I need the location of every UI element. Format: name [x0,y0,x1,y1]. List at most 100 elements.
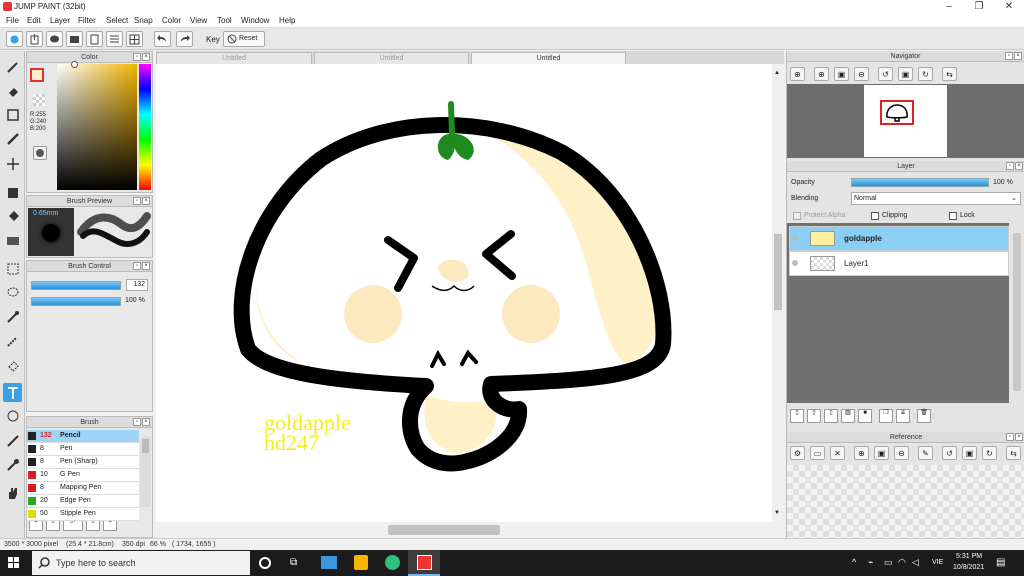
clock-time[interactable]: 5:31 PM [956,553,982,560]
brush-size-input[interactable]: 132 [126,279,148,291]
menu-snap[interactable]: Snap [134,16,153,25]
undo-button[interactable] [154,31,171,47]
panel-close-button[interactable]: × [142,418,150,426]
brush-item[interactable]: 50 Stipple Pen [27,508,139,521]
protect-alpha-checkbox[interactable] [793,212,801,220]
transparent-swatch[interactable] [33,94,45,106]
list-button[interactable] [106,31,123,47]
panel-close-button[interactable]: × [142,197,150,205]
hue-slider[interactable] [139,64,151,190]
fill-rect-tool[interactable] [3,183,22,202]
task-view-button[interactable]: ⧉ [290,557,297,568]
hand-tool[interactable] [3,483,22,502]
reset-button[interactable]: Reset [223,31,265,47]
new-halftone-layer-button[interactable]: ▨ [841,409,855,423]
menu-file[interactable]: File [6,16,19,25]
divide-tool[interactable] [3,431,22,450]
ref-flip-button[interactable]: ⇆ [1006,446,1021,460]
jump-paint-taskbar-button[interactable] [408,550,440,576]
panel-float-button[interactable]: ▫ [133,262,141,270]
menu-select[interactable]: Select [106,16,128,25]
gradient-tool[interactable] [3,231,22,250]
maximize-button[interactable]: ❐ [964,0,994,14]
menu-edit[interactable]: Edit [27,16,41,25]
tray-wifi-icon[interactable]: ◠ [898,557,906,568]
brush-tool[interactable] [3,57,22,76]
panel-close-button[interactable]: × [142,262,150,270]
new-folder-button[interactable]: ■ [858,409,872,423]
clock-date[interactable]: 10/8/2021 [953,564,984,571]
horizontal-scrollbar[interactable] [156,522,784,538]
ref-reset-button[interactable]: ▣ [962,446,977,460]
menu-window[interactable]: Window [241,16,269,25]
layer-opacity-slider[interactable] [851,178,989,187]
magic-wand-tool[interactable] [3,307,22,326]
nav-zoom-out-button[interactable]: ⊖ [854,67,869,81]
brush-item[interactable]: 8 Pen [27,443,139,456]
color-picker-handle[interactable] [71,61,78,68]
panel-float-button[interactable]: ▫ [1006,433,1014,441]
brush-size-slider[interactable] [31,281,121,290]
panel-float-button[interactable]: ▫ [1006,162,1014,170]
menu-tool[interactable]: Tool [217,16,232,25]
reference-view[interactable] [787,465,1024,538]
cortana-button[interactable] [259,557,271,569]
ref-open-button[interactable]: ▭ [810,446,825,460]
comment-button[interactable] [46,31,63,47]
palette-button[interactable] [33,146,47,160]
tab-untitled-3[interactable]: Untitled [471,52,626,64]
input-language[interactable]: VIE [932,559,943,566]
select-eraser-tool[interactable] [3,355,22,374]
layer-list-scrollbar[interactable] [1011,231,1023,403]
merge-layer-button[interactable]: ⇊ [896,409,910,423]
nav-zoom-button[interactable]: ⊕ [814,67,829,81]
nav-rotate-right-button[interactable]: ↻ [918,67,933,81]
select-rect-tool[interactable] [3,259,22,278]
new-raster-layer-button[interactable]: ▯ [807,409,821,423]
brush-item[interactable]: 132 Pencil [27,430,139,443]
copy-layer-button[interactable]: ❐ [879,409,893,423]
select-pen-tool[interactable] [3,331,22,350]
delete-layer-button[interactable]: 🗑 [917,409,931,423]
nav-reset-rotate-button[interactable]: ▣ [898,67,913,81]
balloon-tool[interactable] [3,407,22,426]
ref-rotate-right-button[interactable]: ↻ [982,446,997,460]
nav-rotate-left-button[interactable]: ↺ [878,67,893,81]
brush-opacity-slider[interactable] [31,297,121,306]
shape-tool[interactable] [3,105,22,124]
nav-fit-button[interactable]: ▣ [834,67,849,81]
lasso-tool[interactable] [3,283,22,302]
tab-untitled-1[interactable]: Untitled [156,52,312,64]
grid-button[interactable] [126,31,143,47]
sync-button[interactable] [6,31,23,47]
bucket-tool[interactable] [3,207,22,226]
horizontal-scroll-thumb[interactable] [388,525,500,535]
ref-eyedropper-button[interactable]: ✎ [918,446,933,460]
panel-close-button[interactable]: × [1014,52,1022,60]
tab-untitled-2[interactable]: Untitled [314,52,469,64]
saturation-value-field[interactable] [57,64,137,190]
new-layer-button[interactable]: ▯ [790,409,804,423]
redo-button[interactable] [176,31,193,47]
ref-rotate-left-button[interactable]: ↺ [942,446,957,460]
move-tool[interactable] [3,154,22,173]
panel-close-button[interactable]: × [1015,162,1023,170]
minimize-button[interactable]: – [934,0,964,14]
text-tool[interactable] [3,383,22,402]
ref-zoom-out-button[interactable]: ⊖ [894,446,909,460]
panel-float-button[interactable]: ▫ [133,197,141,205]
message-button[interactable] [66,31,83,47]
nav-flip-button[interactable]: ⇆ [942,67,957,81]
tray-battery-icon[interactable]: ▭ [884,557,893,568]
export-button[interactable] [26,31,43,47]
lock-checkbox[interactable] [949,212,957,220]
panel-close-button[interactable]: × [142,53,150,61]
notification-button[interactable]: ▤ [996,557,1005,568]
nav-zoom-in-button[interactable]: ⊕ [790,67,805,81]
clipping-checkbox[interactable] [871,212,879,220]
layer-row[interactable]: Layer1 [789,251,1009,276]
panel-float-button[interactable]: ▫ [133,418,141,426]
blur-tool[interactable] [3,129,22,148]
brush-item[interactable]: 10 G Pen [27,469,139,482]
tray-network-icon[interactable]: ⌁ [868,557,873,568]
